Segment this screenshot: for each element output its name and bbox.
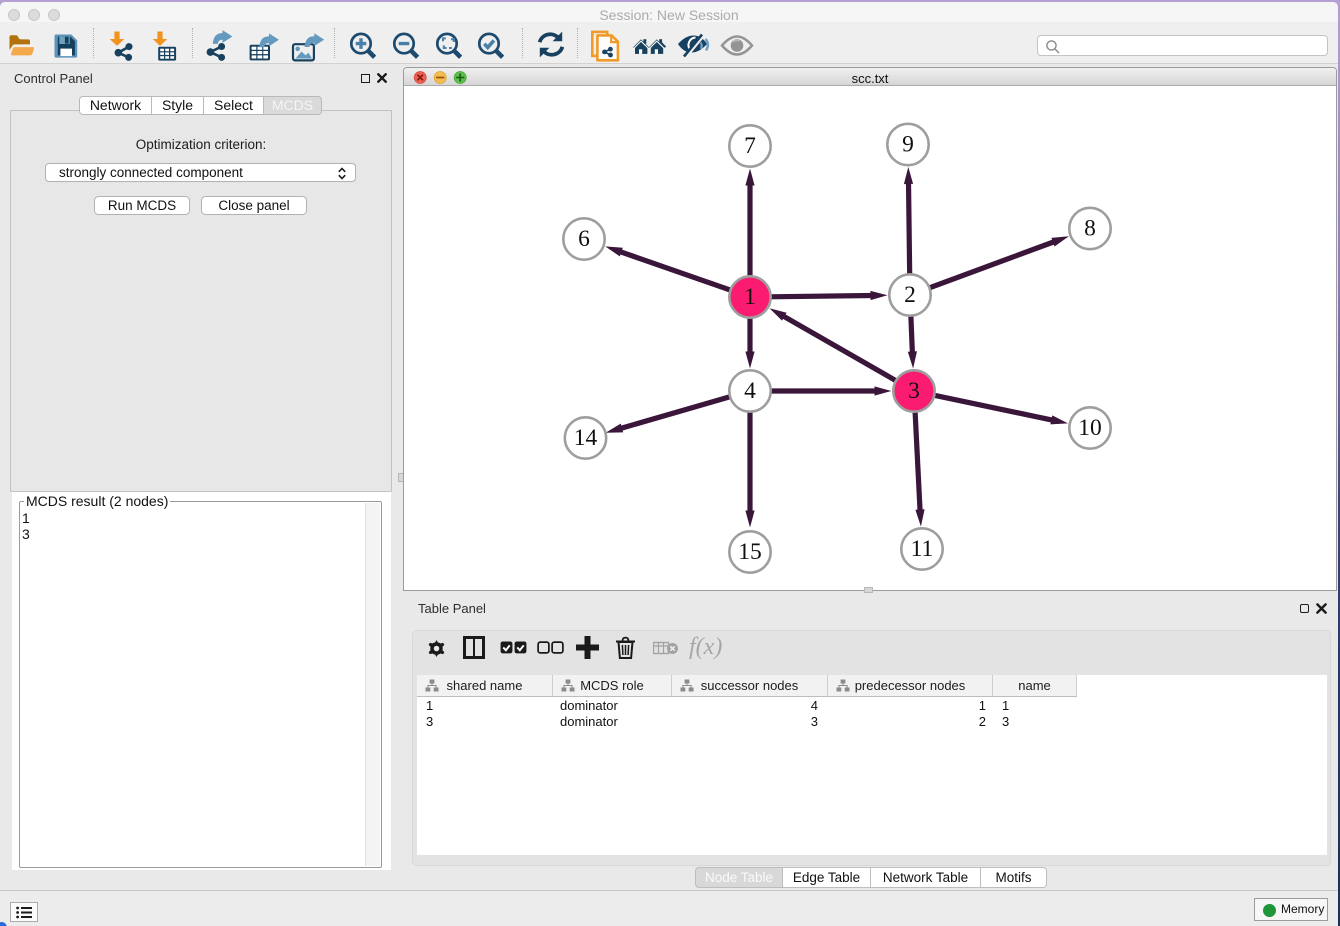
svg-text:7: 7 bbox=[744, 133, 756, 159]
svg-text:14: 14 bbox=[574, 425, 598, 451]
svg-text:9: 9 bbox=[902, 132, 914, 158]
svg-text:3: 3 bbox=[908, 378, 920, 404]
svg-text:6: 6 bbox=[578, 226, 590, 252]
svg-text:10: 10 bbox=[1078, 415, 1102, 441]
svg-text:11: 11 bbox=[911, 536, 934, 562]
svg-text:15: 15 bbox=[738, 539, 762, 565]
svg-text:2: 2 bbox=[904, 282, 916, 308]
svg-text:1: 1 bbox=[744, 284, 756, 310]
svg-text:8: 8 bbox=[1084, 216, 1096, 242]
svg-text:4: 4 bbox=[744, 378, 756, 404]
